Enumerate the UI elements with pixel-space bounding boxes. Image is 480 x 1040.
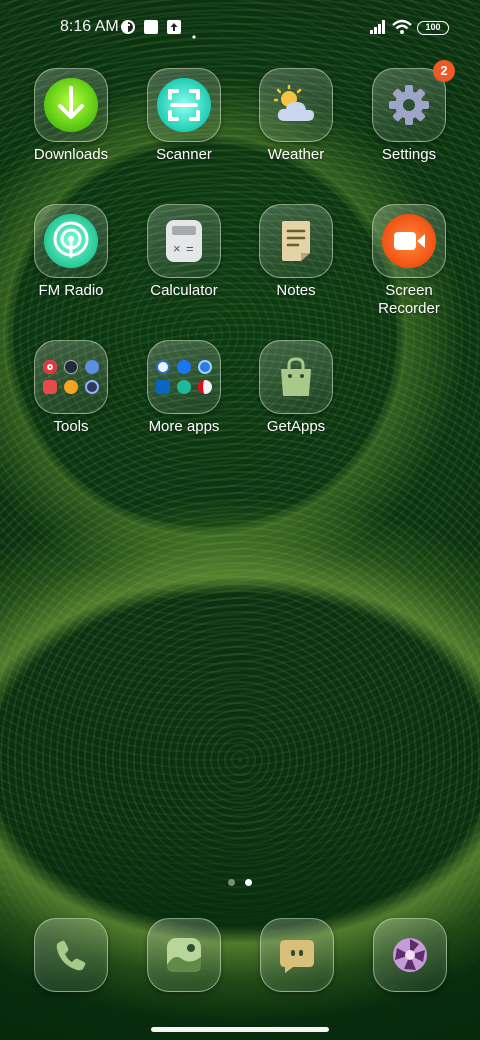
mini-app-icon <box>198 360 212 374</box>
calculator-icon: × = <box>147 204 221 278</box>
app-label-scanner: Scanner <box>156 146 212 163</box>
app-label-calculator: Calculator <box>150 282 218 299</box>
page-dot[interactable] <box>228 879 235 886</box>
app-label-more-apps: More apps <box>148 418 220 435</box>
camera-aperture-icon <box>373 918 447 992</box>
mini-app-icon <box>177 380 191 394</box>
mini-app-icon <box>64 360 78 374</box>
status-time: 8:16 AM <box>60 18 119 35</box>
app-label-notes: Notes <box>276 282 316 299</box>
app-label-fm-radio: FM Radio <box>38 282 104 299</box>
gallery-icon <box>147 918 221 992</box>
svg-text:=: = <box>186 241 194 256</box>
app-label-getapps: GetApps <box>266 418 326 435</box>
upload-icon <box>166 19 182 35</box>
radio-icon <box>34 204 108 278</box>
scanner-icon <box>147 68 221 142</box>
mini-app-icon <box>43 360 57 374</box>
download-icon <box>34 68 108 142</box>
app-label-screen-recorder: Screen Recorder <box>353 282 465 318</box>
square-icon <box>143 19 159 35</box>
folder-icon <box>34 340 108 414</box>
shopping-bag-icon <box>259 340 333 414</box>
mini-app-icon <box>64 380 78 394</box>
status-bar: 8:16 AM 100 <box>0 0 480 56</box>
notes-icon <box>259 204 333 278</box>
weather-icon <box>259 68 333 142</box>
app-label-settings: Settings <box>381 146 437 163</box>
mini-app-icon <box>85 380 99 394</box>
page-indicator <box>0 879 480 887</box>
folder-icon <box>147 340 221 414</box>
message-icon <box>260 918 334 992</box>
app-label-tools: Tools <box>53 418 89 435</box>
notification-badge: 2 <box>433 60 455 82</box>
mini-app-icon <box>177 360 191 374</box>
wifi-icon <box>392 19 412 35</box>
screen-recorder-label-line1: Screen <box>385 282 433 299</box>
app-label-weather: Weather <box>267 146 325 163</box>
status-app-icon <box>120 19 136 35</box>
dock-camera[interactable] <box>373 918 447 992</box>
battery-icon: 100 <box>417 21 449 35</box>
mini-app-icon <box>85 360 99 374</box>
gear-icon <box>372 68 446 142</box>
mini-app-icon <box>198 380 212 394</box>
mini-app-icon <box>156 380 170 394</box>
dock-phone[interactable] <box>34 918 108 992</box>
dock-gallery[interactable] <box>147 918 221 992</box>
screen-recorder-label-line2: Recorder <box>378 300 440 317</box>
mini-app-icon <box>156 360 170 374</box>
svg-text:×: × <box>173 241 181 256</box>
video-camera-icon <box>372 204 446 278</box>
mini-app-icon <box>43 380 57 394</box>
app-label-downloads: Downloads <box>33 146 109 163</box>
signal-icon <box>369 19 387 35</box>
dot-icon <box>192 26 196 42</box>
dock-messages[interactable] <box>260 918 334 992</box>
phone-icon <box>34 918 108 992</box>
page-dot-active[interactable] <box>245 879 252 886</box>
home-indicator[interactable] <box>151 1027 329 1032</box>
